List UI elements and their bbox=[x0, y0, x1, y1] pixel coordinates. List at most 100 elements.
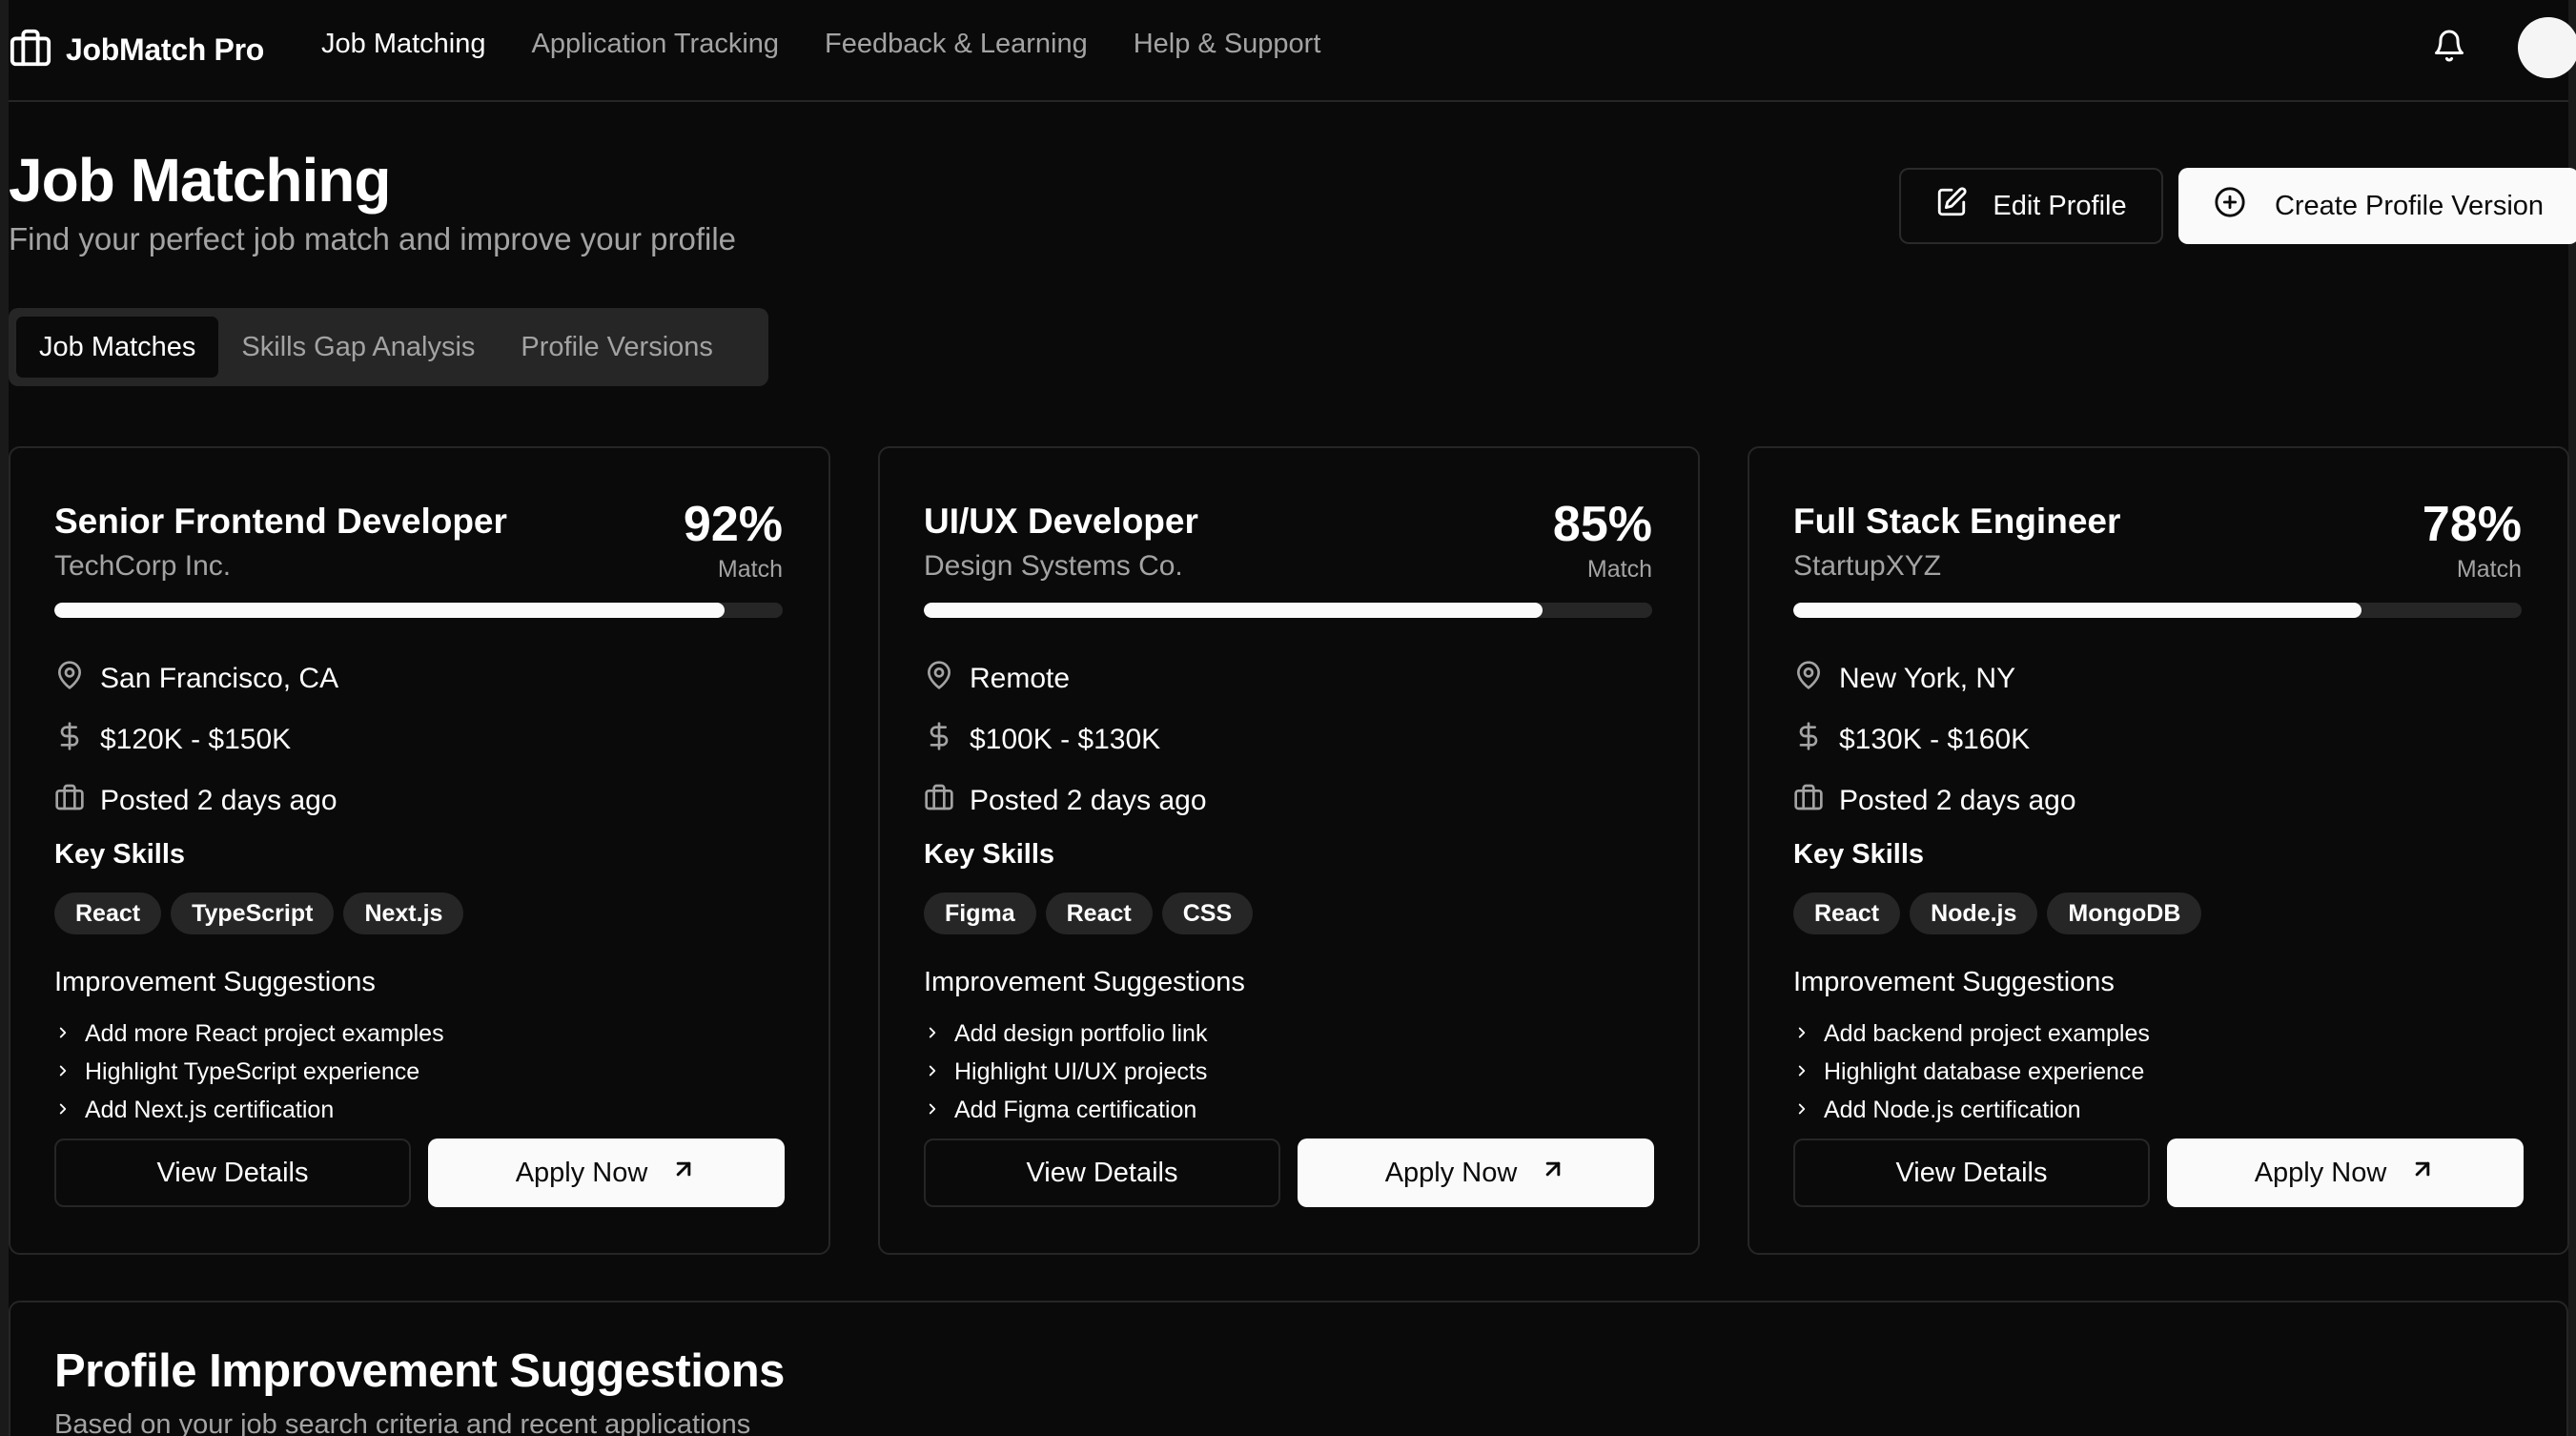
chevron-right-icon bbox=[924, 1058, 954, 1086]
chevron-right-icon bbox=[1793, 1058, 1824, 1086]
chevron-right-icon bbox=[54, 1020, 85, 1048]
suggestion-list: Add backend project examples Highlight d… bbox=[1793, 1015, 2150, 1129]
match-label: Match bbox=[1586, 556, 1652, 583]
location-row: New York, NY bbox=[1793, 660, 2015, 698]
job-posted: Posted 2 days ago bbox=[1839, 785, 2076, 816]
job-card: Senior Frontend Developer TechCorp Inc. … bbox=[9, 446, 830, 1255]
suggestion-text: Add more React project examples bbox=[85, 1019, 444, 1047]
suggestion-text: Add design portfolio link bbox=[954, 1019, 1208, 1047]
skill-chips: React TypeScript Next.js bbox=[54, 892, 473, 934]
edit-profile-button[interactable]: Edit Profile bbox=[1899, 168, 2163, 244]
nav-links: Job Matching Application Tracking Feedba… bbox=[321, 29, 1366, 60]
job-card: Full Stack Engineer StartupXYZ 78% Match… bbox=[1748, 446, 2569, 1255]
skill-chip: Node.js bbox=[1910, 892, 2038, 934]
company-name: StartupXYZ bbox=[1793, 550, 1942, 582]
suggestion-text: Add Node.js certification bbox=[1824, 1096, 2081, 1123]
key-skills-heading: Key Skills bbox=[1793, 839, 1925, 870]
job-salary: $120K - $150K bbox=[100, 724, 292, 755]
arrow-up-right-icon bbox=[2386, 1156, 2436, 1190]
apply-now-button[interactable]: Apply Now bbox=[1298, 1139, 1654, 1207]
nav-link-help-support[interactable]: Help & Support bbox=[1134, 29, 1321, 60]
chevron-right-icon bbox=[1793, 1020, 1824, 1048]
top-navigation: JobMatch Pro Job Matching Application Tr… bbox=[9, 0, 2576, 102]
tab-list: Job Matches Skills Gap Analysis Profile … bbox=[9, 308, 768, 386]
match-percentage: 92% bbox=[683, 497, 783, 552]
job-posted: Posted 2 days ago bbox=[970, 785, 1207, 816]
salary-row: $100K - $130K bbox=[924, 721, 1160, 759]
briefcase-icon bbox=[9, 26, 52, 74]
suggestion-item: Add Figma certification bbox=[924, 1091, 1207, 1129]
posted-row: Posted 2 days ago bbox=[1793, 782, 2076, 820]
bell-icon[interactable] bbox=[2432, 29, 2466, 67]
job-location: Remote bbox=[970, 663, 1071, 694]
key-skills-heading: Key Skills bbox=[54, 839, 186, 870]
company-name: Design Systems Co. bbox=[924, 550, 1183, 582]
nav-link-job-matching[interactable]: Job Matching bbox=[321, 29, 486, 60]
match-progress-bar bbox=[924, 603, 1652, 618]
skill-chip: CSS bbox=[1161, 892, 1254, 934]
dollar-icon bbox=[1793, 721, 1839, 759]
chevron-right-icon bbox=[924, 1020, 954, 1048]
match-label: Match bbox=[717, 556, 783, 583]
skill-chip: Figma bbox=[924, 892, 1036, 934]
brand[interactable]: JobMatch Pro bbox=[9, 26, 264, 74]
suggestion-item: Add design portfolio link bbox=[924, 1015, 1207, 1053]
view-details-button[interactable]: View Details bbox=[54, 1139, 411, 1207]
create-profile-version-button[interactable]: Create Profile Version bbox=[2178, 168, 2576, 244]
user-avatar[interactable] bbox=[2518, 17, 2576, 78]
page-title: Job Matching bbox=[9, 146, 391, 215]
profile-improvement-panel: Profile Improvement Suggestions Based on… bbox=[9, 1301, 2568, 1436]
location-row: San Francisco, CA bbox=[54, 660, 338, 698]
arrow-up-right-icon bbox=[1517, 1156, 1566, 1190]
posted-row: Posted 2 days ago bbox=[924, 782, 1207, 820]
match-progress-fill bbox=[54, 603, 725, 618]
panel-title: Profile Improvement Suggestions bbox=[54, 1345, 785, 1397]
match-progress-bar bbox=[1793, 603, 2522, 618]
panel-subtitle: Based on your job search criteria and re… bbox=[54, 1409, 751, 1436]
suggestion-text: Add Next.js certification bbox=[85, 1096, 335, 1123]
apply-now-label: Apply Now bbox=[2254, 1157, 2387, 1188]
skill-chips: Figma React CSS bbox=[924, 892, 1262, 934]
suggestion-item: Highlight database experience bbox=[1793, 1053, 2150, 1091]
job-location: San Francisco, CA bbox=[100, 663, 339, 694]
arrow-up-right-icon bbox=[647, 1156, 697, 1190]
apply-now-button[interactable]: Apply Now bbox=[2167, 1139, 2524, 1207]
suggestion-text: Add backend project examples bbox=[1824, 1019, 2150, 1047]
suggestion-list: Add more React project examples Highligh… bbox=[54, 1015, 444, 1129]
match-percentage: 78% bbox=[2422, 497, 2522, 552]
suggestion-text: Highlight TypeScript experience bbox=[85, 1057, 420, 1085]
apply-now-label: Apply Now bbox=[515, 1157, 648, 1188]
salary-row: $130K - $160K bbox=[1793, 721, 2030, 759]
nav-link-feedback-learning[interactable]: Feedback & Learning bbox=[825, 29, 1088, 60]
tab-profile-versions[interactable]: Profile Versions bbox=[498, 317, 736, 378]
apply-now-button[interactable]: Apply Now bbox=[428, 1139, 785, 1207]
key-skills-heading: Key Skills bbox=[924, 839, 1055, 870]
map-pin-icon bbox=[54, 660, 100, 698]
job-salary: $130K - $160K bbox=[1839, 724, 2031, 755]
job-title: UI/UX Developer bbox=[924, 502, 1198, 541]
dollar-icon bbox=[54, 721, 100, 759]
suggestion-text: Add Figma certification bbox=[954, 1096, 1197, 1123]
match-percentage: 85% bbox=[1552, 497, 1652, 552]
tab-skills-gap-analysis[interactable]: Skills Gap Analysis bbox=[218, 317, 498, 378]
brand-name: JobMatch Pro bbox=[66, 32, 264, 67]
skill-chip: React bbox=[1045, 892, 1153, 934]
view-details-label: View Details bbox=[1026, 1157, 1178, 1188]
improvement-suggestions-heading: Improvement Suggestions bbox=[1793, 967, 2115, 997]
suggestion-item: Add backend project examples bbox=[1793, 1015, 2150, 1053]
view-details-button[interactable]: View Details bbox=[924, 1139, 1280, 1207]
suggestion-item: Add Node.js certification bbox=[1793, 1091, 2150, 1129]
job-title: Full Stack Engineer bbox=[1793, 502, 2121, 541]
tab-job-matches[interactable]: Job Matches bbox=[16, 317, 219, 378]
view-details-button[interactable]: View Details bbox=[1793, 1139, 2150, 1207]
suggestion-item: Add Next.js certification bbox=[54, 1091, 444, 1129]
skill-chip: React bbox=[1793, 892, 1901, 934]
nav-link-application-tracking[interactable]: Application Tracking bbox=[532, 29, 780, 60]
suggestion-item: Add more React project examples bbox=[54, 1015, 444, 1053]
edit-icon bbox=[1935, 186, 1993, 226]
salary-row: $120K - $150K bbox=[54, 721, 291, 759]
briefcase-icon bbox=[924, 782, 970, 820]
job-card: UI/UX Developer Design Systems Co. 85% M… bbox=[878, 446, 1700, 1255]
plus-circle-icon bbox=[2214, 186, 2275, 226]
skill-chip: MongoDB bbox=[2047, 892, 2202, 934]
